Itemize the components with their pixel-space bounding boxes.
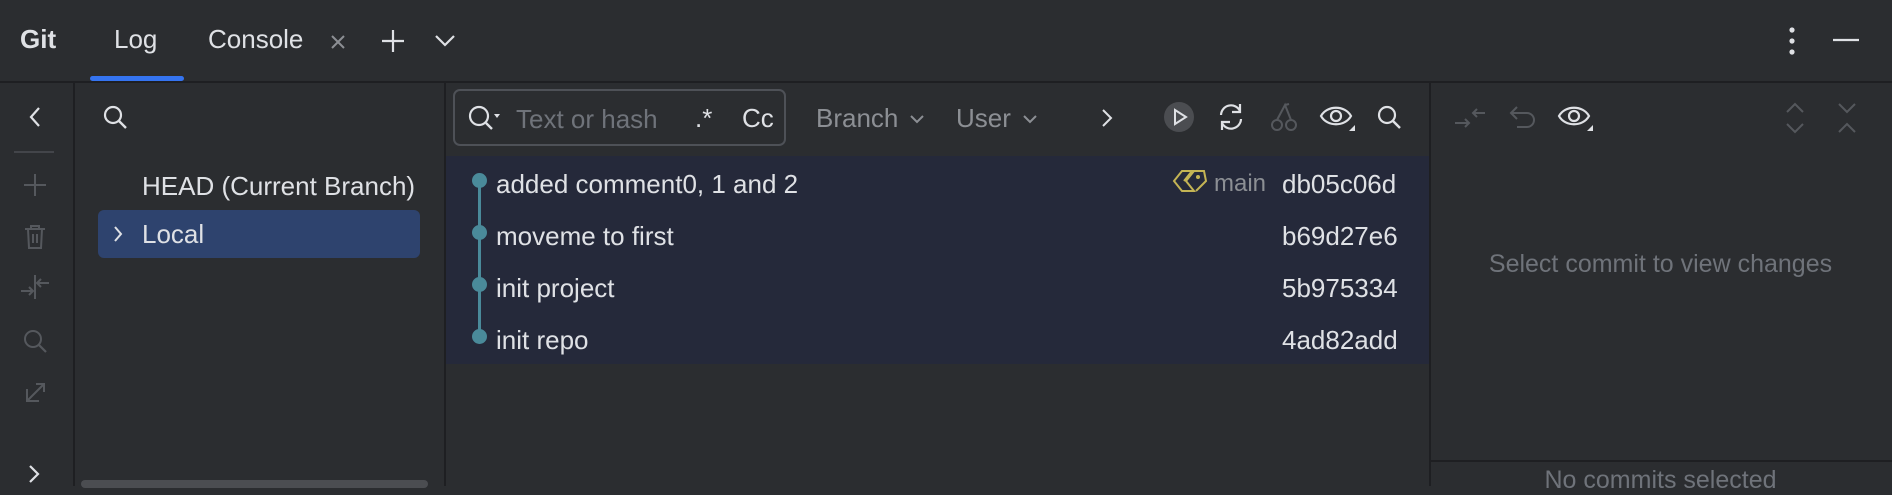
tab-log[interactable]: Log: [114, 24, 157, 55]
table-row[interactable]: added comment0, 1 and 2 main db05c06d: [446, 156, 1429, 208]
branch-filter[interactable]: Branch: [816, 103, 926, 134]
commit-hash: db05c06d: [1282, 169, 1397, 199]
commit-node: [472, 277, 487, 292]
tool-window-header: Git Log Console: [0, 0, 1892, 83]
branch-search-icon[interactable]: [100, 102, 130, 132]
user-filter[interactable]: User: [956, 103, 1039, 134]
close-tab-icon[interactable]: [326, 30, 350, 54]
branches-scrollbar[interactable]: [81, 480, 428, 488]
active-tab-indicator: [90, 76, 184, 81]
commit-node: [472, 329, 487, 344]
collapse-branches-icon[interactable]: [22, 104, 48, 130]
delete-icon[interactable]: [20, 222, 50, 252]
empty-details-message: Select commit to view changes: [1488, 250, 1833, 278]
run-icon[interactable]: [1162, 100, 1196, 134]
table-row[interactable]: init project 5b975334: [446, 260, 1429, 312]
branch-ref-label: main: [1214, 170, 1267, 197]
tabs-dropdown-icon[interactable]: [432, 30, 458, 52]
commit-node: [472, 173, 487, 188]
chevron-down-icon: [908, 112, 926, 126]
cherry-pick-icon[interactable]: [1268, 100, 1300, 134]
branch-label: HEAD (Current Branch): [142, 170, 416, 201]
filter-placeholder: Text or hash: [516, 104, 658, 134]
branch-filter-label: Branch: [816, 103, 899, 133]
tab-console[interactable]: Console: [208, 24, 303, 55]
commit-hash: 4ad82add: [1282, 325, 1398, 355]
chevron-down-icon: [1021, 112, 1039, 126]
commit-hash: b69d27e6: [1282, 221, 1398, 251]
branch-item-local[interactable]: Local: [98, 210, 420, 258]
table-row[interactable]: init repo 4ad82add: [446, 312, 1429, 364]
table-row[interactable]: moveme to first b69d27e6: [446, 208, 1429, 260]
add-tab-icon[interactable]: [378, 26, 408, 56]
add-branch-icon[interactable]: [20, 170, 50, 200]
search-icon[interactable]: [20, 326, 50, 356]
branches-panel: [75, 83, 446, 486]
compare-icon[interactable]: [18, 272, 52, 302]
tool-window-title: Git: [20, 24, 57, 54]
match-case-toggle[interactable]: Cc: [742, 103, 774, 134]
refresh-icon[interactable]: [1214, 100, 1248, 134]
toolbar-separator: [14, 151, 54, 153]
commit-message: init repo: [496, 325, 589, 355]
details-divider: [1431, 460, 1892, 462]
commit-message: init project: [496, 273, 615, 303]
no-commits-selected-message: No commits selected: [1544, 466, 1777, 494]
revert-icon[interactable]: [1506, 102, 1538, 134]
search-history-icon[interactable]: [466, 104, 504, 132]
commit-message: added comment0, 1 and 2: [496, 169, 799, 199]
expand-toolbar-icon[interactable]: [24, 462, 44, 486]
commit-details-panel: [1429, 83, 1892, 486]
more-options-icon[interactable]: [1782, 24, 1802, 58]
find-icon[interactable]: [1374, 102, 1404, 132]
more-filters-icon[interactable]: [1098, 106, 1116, 130]
expand-all-icon[interactable]: [1780, 100, 1810, 136]
compare-revisions-icon[interactable]: [1452, 102, 1488, 134]
commit-node: [472, 225, 487, 240]
branch-label: Local: [142, 218, 205, 249]
branch-item-head[interactable]: HEAD (Current Branch): [98, 162, 428, 210]
collapse-all-icon[interactable]: [1832, 100, 1862, 136]
tag-icon: [1172, 166, 1208, 196]
chevron-right-icon[interactable]: [110, 224, 126, 244]
regex-toggle[interactable]: .*: [695, 103, 712, 134]
commit-message: moveme to first: [496, 221, 674, 251]
commit-hash: 5b975334: [1282, 273, 1398, 303]
user-filter-label: User: [956, 103, 1011, 133]
minimize-icon[interactable]: [1832, 32, 1860, 48]
update-icon[interactable]: [20, 378, 50, 408]
eye-icon[interactable]: [1556, 100, 1594, 134]
eye-icon[interactable]: [1318, 100, 1356, 134]
